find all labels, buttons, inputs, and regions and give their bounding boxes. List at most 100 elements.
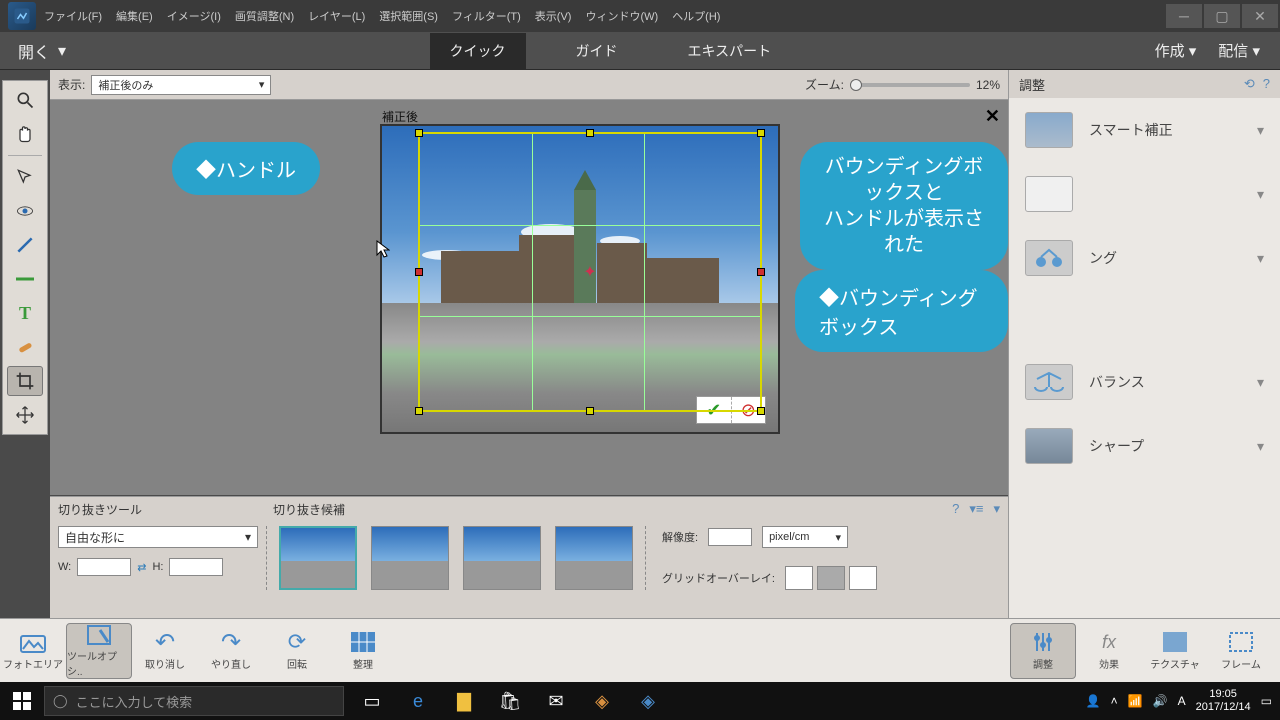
overlay-none[interactable]	[785, 566, 813, 590]
open-button[interactable]: 開く	[18, 39, 50, 63]
overlay-thirds[interactable]	[817, 566, 845, 590]
start-button[interactable]	[0, 682, 44, 720]
photo-bin-button[interactable]: フォトエリア	[0, 623, 66, 679]
unit-select[interactable]: pixel/cm▾	[762, 526, 848, 548]
explorer-icon[interactable]: ▇	[442, 682, 486, 720]
crop-thumb-4[interactable]	[555, 526, 633, 590]
crop-center-icon: ✦	[583, 262, 596, 282]
share-button[interactable]: 配信 ▾	[1218, 40, 1260, 61]
swap-wh-icon[interactable]: ⇄	[137, 561, 146, 574]
resolution-label: 解像度:	[662, 529, 698, 545]
callout-bbox: ◆バウンディングボックス	[795, 270, 1008, 352]
crop-candidates	[266, 526, 646, 590]
menu-image[interactable]: イメージ(I)	[167, 8, 221, 24]
adj-item-2[interactable]: ▾	[1009, 162, 1280, 226]
menu-view[interactable]: 表示(V)	[535, 8, 572, 24]
crop-shape-select[interactable]: 自由な形に▾	[58, 526, 258, 548]
adj-smart-fix[interactable]: スマート補正▾	[1009, 98, 1280, 162]
cortana-icon: ◯	[53, 693, 68, 709]
search-placeholder: ここに入力して検索	[76, 692, 193, 711]
tray-up-icon[interactable]: ˄	[1111, 694, 1118, 708]
maximize-button[interactable]: ▢	[1204, 4, 1240, 28]
menu-select[interactable]: 選択範囲(S)	[379, 8, 438, 24]
app-task-icon-2[interactable]: ◈	[626, 682, 670, 720]
menu-file[interactable]: ファイル(F)	[44, 8, 102, 24]
crop-bounding-box[interactable]: ✦	[418, 132, 762, 412]
hand-tool[interactable]	[7, 119, 43, 149]
crop-thumb-3[interactable]	[463, 526, 541, 590]
app-task-icon-1[interactable]: ◈	[580, 682, 624, 720]
tool-close-icon[interactable]: ▾	[993, 501, 1000, 518]
tool-help-icon[interactable]: ?	[952, 501, 959, 518]
notifications-icon[interactable]: ▭	[1261, 694, 1272, 708]
window-controls: ─ ▢ ✕	[1166, 4, 1280, 28]
taskbar-clock[interactable]: 19:05 2017/12/14	[1196, 688, 1251, 714]
mail-icon[interactable]: ✉	[534, 682, 578, 720]
edge-icon[interactable]: e	[396, 682, 440, 720]
callout-handle: ◆ハンドル	[172, 142, 320, 195]
tool-options-button[interactable]: ツールオプシ..	[66, 623, 132, 679]
move-tool[interactable]	[7, 400, 43, 430]
frames-button[interactable]: フレーム	[1208, 623, 1274, 679]
menu-window[interactable]: ウィンドウ(W)	[585, 8, 658, 24]
windows-taskbar: ◯ ここに入力して検索 ▭ e ▇ 🛍 ✉ ◈ ◈ 👤 ˄ 📶 🔊 A 19:0…	[0, 682, 1280, 720]
textures-button[interactable]: テクスチャ	[1142, 623, 1208, 679]
store-icon[interactable]: 🛍	[488, 682, 532, 720]
display-select[interactable]: 補正後のみ▾	[91, 75, 271, 95]
width-input[interactable]	[77, 558, 131, 576]
zoom-slider-thumb[interactable]	[850, 79, 862, 91]
zoom-tool[interactable]	[7, 85, 43, 115]
overlay-label: グリッドオーバーレイ:	[662, 570, 775, 586]
tool-menu-icon[interactable]: ▾≡	[969, 501, 983, 518]
cursor-icon	[376, 240, 390, 258]
straighten-tool[interactable]	[7, 264, 43, 294]
undo-button[interactable]: ↶取り消し	[132, 623, 198, 679]
redeye-tool[interactable]	[7, 196, 43, 226]
adj-lighting[interactable]: ング▾	[1009, 226, 1280, 290]
spot-heal-tool[interactable]	[7, 332, 43, 362]
redo-button[interactable]: ↷やり直し	[198, 623, 264, 679]
adjustments-button[interactable]: 調整	[1010, 623, 1076, 679]
open-dropdown-icon[interactable]: ▾	[58, 41, 66, 61]
menu-enhance[interactable]: 画質調整(N)	[235, 8, 294, 24]
height-label: H:	[152, 561, 163, 573]
menu-edit[interactable]: 編集(E)	[116, 8, 153, 24]
task-view-icon[interactable]: ▭	[350, 682, 394, 720]
app-icon	[8, 2, 36, 30]
taskbar-search[interactable]: ◯ ここに入力して検索	[44, 686, 344, 716]
menu-layer[interactable]: レイヤー(L)	[308, 8, 365, 24]
people-icon[interactable]: 👤	[1086, 694, 1101, 708]
type-tool[interactable]: T	[7, 298, 43, 328]
minimize-button[interactable]: ─	[1166, 4, 1202, 28]
whiten-tool[interactable]	[7, 230, 43, 260]
tab-quick[interactable]: クイック	[430, 33, 526, 69]
tab-expert[interactable]: エキスパート	[668, 33, 792, 69]
create-button[interactable]: 作成 ▾	[1155, 40, 1197, 61]
zoom-slider[interactable]	[850, 83, 970, 87]
toolbox: T	[2, 80, 48, 435]
effects-button[interactable]: fx効果	[1076, 623, 1142, 679]
options-bar: 表示: 補正後のみ▾ ズーム: 12%	[50, 70, 1008, 100]
menu-help[interactable]: ヘルプ(H)	[672, 8, 720, 24]
crop-tool[interactable]	[7, 366, 43, 396]
image-label: 補正後	[382, 108, 418, 125]
help-icon[interactable]: ?	[1263, 76, 1270, 92]
resolution-input[interactable]	[708, 528, 752, 546]
tab-guided[interactable]: ガイド	[556, 33, 638, 69]
adj-balance[interactable]: バランス▾	[1009, 350, 1280, 414]
reset-icon[interactable]: ⟲	[1244, 76, 1255, 92]
volume-icon[interactable]: 🔊	[1153, 694, 1168, 708]
crop-thumb-2[interactable]	[371, 526, 449, 590]
crop-thumb-1[interactable]	[279, 526, 357, 590]
menu-filter[interactable]: フィルター(T)	[452, 8, 521, 24]
close-image-button[interactable]: ✕	[985, 106, 1000, 127]
network-icon[interactable]: 📶	[1128, 694, 1143, 708]
close-button[interactable]: ✕	[1242, 4, 1278, 28]
overlay-grid[interactable]	[849, 566, 877, 590]
rotate-button[interactable]: ⟳回転	[264, 623, 330, 679]
organizer-button[interactable]: 整理	[330, 623, 396, 679]
quick-select-tool[interactable]	[7, 162, 43, 192]
height-input[interactable]	[169, 558, 223, 576]
ime-icon[interactable]: A	[1178, 694, 1186, 708]
adj-sharpen[interactable]: シャープ▾	[1009, 414, 1280, 478]
